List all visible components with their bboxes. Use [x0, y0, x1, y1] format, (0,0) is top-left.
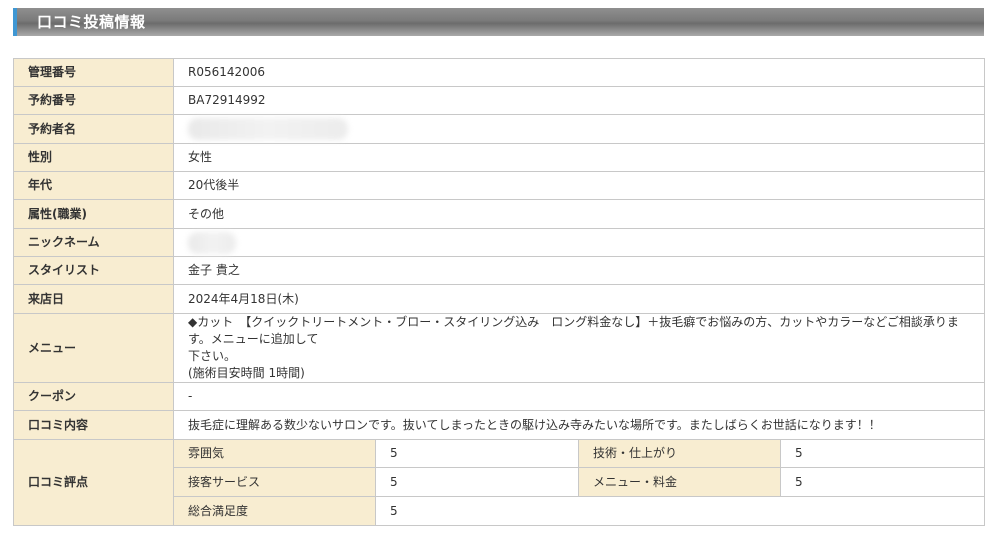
- label-coupon: クーポン: [13, 382, 174, 411]
- label-kanri-bango: 管理番号: [13, 58, 174, 87]
- row-zokusei: 属性(職業) その他: [13, 199, 985, 229]
- label-raiten-bi: 来店日: [13, 284, 174, 314]
- section-header: 口コミ投稿情報: [13, 8, 984, 36]
- label-nendai: 年代: [13, 171, 174, 200]
- label-fun-iki: 雰囲気: [173, 439, 376, 468]
- redacted-nickname: [188, 231, 236, 254]
- value-kanri-bango: R056142006: [173, 58, 985, 87]
- menu-description: ◆カット 【クイックトリートメント・ブロー・スタイリング込み ロング料金なし】＋…: [188, 315, 959, 346]
- row-coupon: クーポン -: [13, 382, 985, 411]
- value-raiten-bi: 2024年4月18日(木): [173, 284, 985, 314]
- label-sekkyaku: 接客サービス: [173, 467, 376, 497]
- value-zokusei: その他: [173, 199, 985, 229]
- row-seibetsu: 性別 女性: [13, 143, 985, 172]
- redacted-name: [188, 118, 348, 140]
- value-coupon: -: [173, 382, 985, 411]
- value-menu: ◆カット 【クイックトリートメント・ブロー・スタイリング込み ロング料金なし】＋…: [173, 313, 985, 383]
- row-menu: メニュー ◆カット 【クイックトリートメント・ブロー・スタイリング込み ロング料…: [13, 313, 985, 383]
- value-nickname: [173, 228, 985, 257]
- score-gijutsu: 5: [780, 439, 985, 468]
- row-kuchikomi-naiyo: 口コミ内容 抜毛症に理解ある数少ないサロンです。抜いてしまったときの駆け込み寺み…: [13, 410, 985, 440]
- row-hyoten-1: 口コミ評点 雰囲気 5 技術・仕上がり 5: [13, 439, 985, 526]
- label-yoyaku-bango: 予約番号: [13, 86, 174, 115]
- score-sogo: 5: [375, 496, 985, 526]
- menu-duration: (施術目安時間 1時間): [188, 366, 305, 380]
- row-yoyakusha-mei: 予約者名: [13, 114, 985, 144]
- score-sekkyaku: 5: [375, 467, 579, 497]
- label-seibetsu: 性別: [13, 143, 174, 172]
- label-yoyakusha-mei: 予約者名: [13, 114, 174, 144]
- label-kuchikomi-hyoten: 口コミ評点: [13, 439, 174, 526]
- value-nendai: 20代後半: [173, 171, 985, 200]
- row-raiten-bi: 来店日 2024年4月18日(木): [13, 284, 985, 314]
- label-zokusei: 属性(職業): [13, 199, 174, 229]
- row-kanri-bango: 管理番号 R056142006: [13, 58, 985, 87]
- review-info-table: 管理番号 R056142006 予約番号 BA72914992 予約者名 性別 …: [13, 58, 985, 526]
- value-yoyakusha-mei: [173, 114, 985, 144]
- score-menu-ryokin: 5: [780, 467, 985, 497]
- value-kuchikomi-naiyo: 抜毛症に理解ある数少ないサロンです。抜いてしまったときの駆け込み寺みたいな場所で…: [173, 410, 985, 440]
- row-nendai: 年代 20代後半: [13, 171, 985, 200]
- label-nickname: ニックネーム: [13, 228, 174, 257]
- label-stylist: スタイリスト: [13, 256, 174, 285]
- row-stylist: スタイリスト 金子 貴之: [13, 256, 985, 285]
- menu-description-cont: 下さい。: [188, 349, 237, 363]
- value-stylist: 金子 貴之: [173, 256, 985, 285]
- label-sogo: 総合満足度: [173, 496, 376, 526]
- label-kuchikomi-naiyo: 口コミ内容: [13, 410, 174, 440]
- label-menu: メニュー: [13, 313, 174, 383]
- row-yoyaku-bango: 予約番号 BA72914992: [13, 86, 985, 115]
- label-gijutsu: 技術・仕上がり: [578, 439, 781, 468]
- row-nickname: ニックネーム: [13, 228, 985, 257]
- value-yoyaku-bango: BA72914992: [173, 86, 985, 115]
- label-menu-ryokin: メニュー・料金: [578, 467, 781, 497]
- section-title: 口コミ投稿情報: [37, 13, 146, 31]
- value-seibetsu: 女性: [173, 143, 985, 172]
- score-fun-iki: 5: [375, 439, 579, 468]
